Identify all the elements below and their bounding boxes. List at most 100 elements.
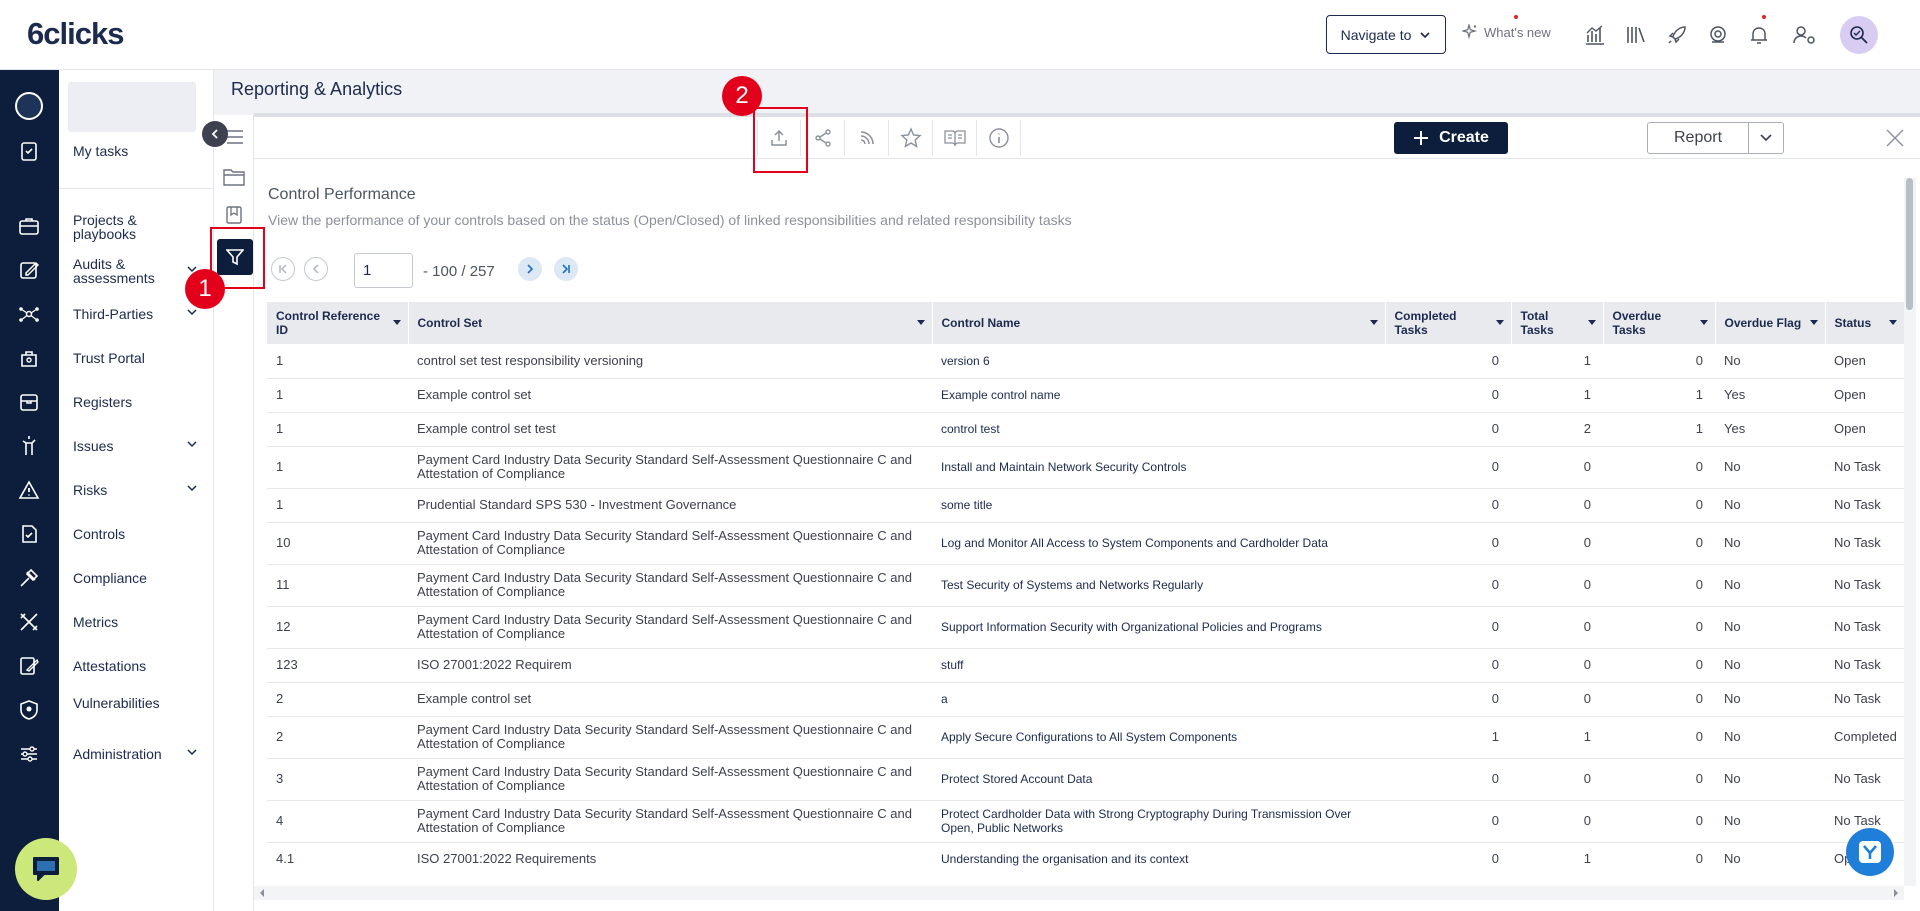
table-row[interactable]: 3 Payment Card Industry Data Security Sta… <box>267 758 1904 801</box>
table-cell: Payment Card Industry Data Security Stan… <box>408 564 932 607</box>
compliance-icon[interactable] <box>16 565 42 591</box>
controls-icon[interactable] <box>16 521 42 547</box>
nav-item-attestations[interactable]: Attestations <box>73 659 178 673</box>
nav-item-issues[interactable]: Issues <box>73 439 178 453</box>
attestations-icon[interactable] <box>16 653 42 679</box>
avatar[interactable] <box>1840 16 1878 54</box>
rocket-icon[interactable] <box>1664 22 1690 48</box>
table-row[interactable]: 1 Prudential Standard SPS 530 - Investmen… <box>267 488 1904 523</box>
table-row[interactable]: 4 Payment Card Industry Data Security Sta… <box>267 800 1904 843</box>
navigate-to-button[interactable]: Navigate to <box>1326 15 1446 54</box>
nav-item-projects-playbooks[interactable]: Projects & playbooks <box>73 213 178 241</box>
table-row[interactable]: 123 ISO 27001:2022 Requirem stuff 0 0 0 No No T… <box>267 648 1904 683</box>
last-page-button[interactable] <box>554 257 578 281</box>
nav-item-administration[interactable]: Administration <box>73 747 178 761</box>
collapse-nav-button[interactable] <box>202 121 228 147</box>
sort-icon[interactable] <box>1495 320 1504 325</box>
column-header-total-tasks[interactable]: Total Tasks <box>1511 302 1604 344</box>
bookmark-icon[interactable] <box>226 206 242 224</box>
nav-item-compliance[interactable]: Compliance <box>73 571 178 585</box>
whats-new-button[interactable]: What's new <box>1462 24 1551 40</box>
column-header-overdue-flag[interactable]: Overdue Flag <box>1715 302 1826 344</box>
chevron-down-icon[interactable] <box>186 746 198 758</box>
table-row[interactable]: 1 Payment Card Industry Data Security Sta… <box>267 446 1904 489</box>
sort-icon[interactable] <box>1699 320 1708 325</box>
edit-icon[interactable] <box>16 257 42 283</box>
vulnerabilities-icon[interactable] <box>16 697 42 723</box>
nav-item-controls[interactable]: Controls <box>73 527 178 541</box>
chart-icon[interactable] <box>1582 22 1608 48</box>
chevron-down-icon[interactable] <box>186 438 198 450</box>
star-icon[interactable] <box>889 120 933 156</box>
column-header-control-reference-id[interactable]: Control Reference ID <box>267 302 409 344</box>
network-icon[interactable] <box>16 301 42 327</box>
table-row[interactable]: 12 Payment Card Industry Data Security St… <box>267 606 1904 649</box>
sort-icon[interactable] <box>392 320 401 325</box>
sort-icon[interactable] <box>1587 320 1596 325</box>
folder-icon[interactable] <box>223 167 245 187</box>
info-icon[interactable] <box>977 120 1021 156</box>
nav-item-trust-portal[interactable]: Trust Portal <box>73 351 178 365</box>
prev-page-button[interactable] <box>304 257 328 281</box>
column-header-control-name[interactable]: Control Name <box>932 302 1386 344</box>
library-icon[interactable] <box>1623 22 1649 48</box>
page-number-input[interactable] <box>354 253 413 288</box>
scroll-right-icon[interactable] <box>1892 889 1900 897</box>
sort-icon[interactable] <box>916 320 925 325</box>
help-assistant-button[interactable] <box>1846 828 1894 876</box>
trust-icon[interactable] <box>16 345 42 371</box>
first-page-button[interactable] <box>271 257 295 281</box>
chat-button[interactable] <box>15 838 77 900</box>
tasks-icon[interactable] <box>16 138 42 164</box>
column-header-completed-tasks[interactable]: Completed Tasks <box>1385 302 1512 344</box>
metrics-icon[interactable] <box>16 609 42 635</box>
table-row[interactable]: 2 Payment Card Industry Data Security Sta… <box>267 716 1904 759</box>
next-page-button[interactable] <box>518 257 542 281</box>
rss-icon[interactable] <box>845 120 889 156</box>
table-row[interactable]: 2 Example control set a 0 0 0 No No Task <box>267 682 1904 717</box>
table-cell: 0 <box>1511 800 1603 843</box>
report-button[interactable]: Report <box>1647 122 1749 154</box>
table-row[interactable]: 1 Example control set test control test 0 2 1… <box>267 412 1904 447</box>
briefcase-icon[interactable] <box>16 213 42 239</box>
app-logo[interactable]: 6clicks <box>27 16 124 52</box>
column-header-control-set[interactable]: Control Set <box>408 302 933 344</box>
nav-item-registers[interactable]: Registers <box>73 395 178 409</box>
chevron-down-icon[interactable] <box>186 482 198 494</box>
nav-item-third-parties[interactable]: Third-Parties <box>73 307 178 321</box>
nav-item-metrics[interactable]: Metrics <box>73 615 178 629</box>
table-cell: No <box>1715 758 1825 801</box>
administration-icon[interactable] <box>16 741 42 767</box>
nav-item-risks[interactable]: Risks <box>73 483 178 497</box>
risks-icon[interactable] <box>16 477 42 503</box>
issues-icon[interactable] <box>16 433 42 459</box>
sort-icon[interactable] <box>1809 320 1818 325</box>
book-icon[interactable] <box>933 120 977 156</box>
registers-icon[interactable] <box>16 389 42 415</box>
table-row[interactable]: 4.1 ISO 27001:2022 Requirements Understand… <box>267 842 1904 872</box>
nav-item-vulnerabilities[interactable]: Vulnerabilities <box>73 696 178 710</box>
report-dropdown-button[interactable] <box>1748 122 1784 154</box>
table-row[interactable]: 1 Example control set Example control name… <box>267 378 1904 413</box>
sort-icon[interactable] <box>1888 320 1897 325</box>
table-row[interactable]: 11 Payment Card Industry Data Security St… <box>267 564 1904 607</box>
vertical-scrollbar[interactable] <box>1904 178 1916 886</box>
sort-icon[interactable] <box>1369 320 1378 325</box>
chevron-down-icon[interactable] <box>186 306 198 318</box>
table-row[interactable]: 10 Payment Card Industry Data Security St… <box>267 522 1904 565</box>
nav-my-tasks[interactable]: My tasks <box>73 144 178 158</box>
column-header-overdue-tasks[interactable]: Overdue Tasks <box>1603 302 1716 344</box>
create-button[interactable]: Create <box>1394 122 1508 154</box>
column-header-status[interactable]: Status <box>1825 302 1904 344</box>
scroll-left-icon[interactable] <box>258 889 266 897</box>
workspace-icon[interactable] <box>15 92 43 120</box>
vertical-scroll-thumb[interactable] <box>1906 178 1913 310</box>
menu-icon[interactable] <box>226 128 244 146</box>
table-row[interactable]: 1 control set test responsibility version… <box>267 344 1904 379</box>
nav-item-audits-assessments[interactable]: Audits & assessments <box>73 257 178 285</box>
bell-icon[interactable] <box>1746 22 1772 48</box>
horizontal-scrollbar[interactable] <box>254 886 1904 900</box>
support-icon[interactable] <box>1705 22 1731 48</box>
user-settings-icon[interactable] <box>1792 22 1818 48</box>
close-icon[interactable] <box>1885 128 1905 148</box>
